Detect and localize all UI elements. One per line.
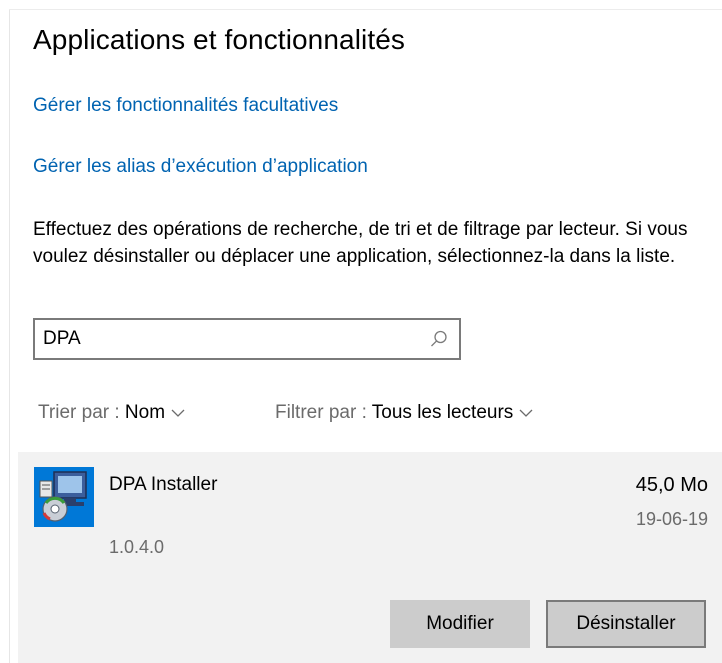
filter-value: Tous les lecteurs	[371, 402, 514, 423]
page-title: Applications et fonctionnalités	[33, 24, 405, 55]
chevron-down-icon	[519, 409, 533, 417]
search-description: Effectuez des opérations de recherche, d…	[33, 219, 688, 267]
sort-dropdown[interactable]: Trier par : Nom	[38, 402, 185, 424]
sort-label: Trier par :	[38, 402, 125, 423]
app-install-date: 19-06-19	[635, 509, 708, 529]
chevron-down-icon	[171, 409, 185, 417]
search-box[interactable]	[33, 318, 461, 360]
filter-dropdown[interactable]: Filtrer par : Tous les lecteurs	[275, 402, 533, 424]
modify-button[interactable]: Modifier	[390, 600, 530, 648]
manage-execution-aliases-link[interactable]: Gérer les alias d’exécution d’applicatio…	[33, 156, 368, 178]
sort-value: Nom	[124, 402, 166, 423]
uninstall-button[interactable]: Désinstaller	[546, 600, 706, 648]
app-list-item[interactable]: DPA Installer 45,0 Mo 19-06-19 1.0.4.0 M…	[18, 452, 722, 663]
settings-panel: Applications et fonctionnalités Gérer le…	[0, 0, 722, 663]
panel-left-edge	[9, 10, 10, 663]
filter-label: Filtrer par :	[275, 402, 372, 423]
app-size: 45,0 Mo	[635, 474, 708, 496]
panel-top-edge	[9, 9, 722, 10]
manage-optional-features-link[interactable]: Gérer les fonctionnalités facultatives	[33, 95, 338, 117]
app-name: DPA Installer	[109, 474, 218, 495]
search-input[interactable]	[43, 326, 413, 352]
app-version: 1.0.4.0	[109, 537, 165, 557]
installer-icon	[34, 467, 94, 527]
search-icon[interactable]	[429, 329, 449, 349]
